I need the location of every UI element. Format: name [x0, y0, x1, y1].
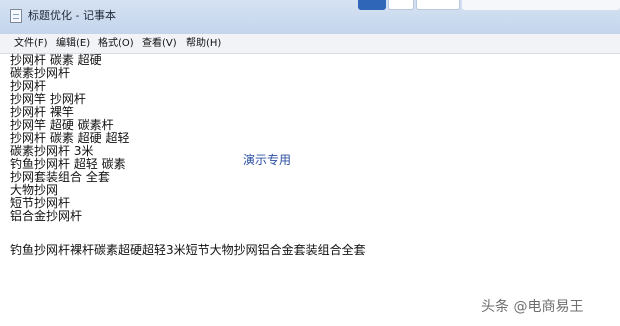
menu-bar: 文件(F) 编辑(E) 格式(O) 查看(V) 帮助(H) [0, 34, 620, 54]
notepad-icon[interactable] [10, 9, 22, 23]
watermark: 头条 @电商易王 [481, 299, 584, 315]
menu-file[interactable]: 文件(F) [14, 37, 48, 51]
menu-format[interactable]: 格式(O) [98, 37, 134, 51]
window-title: 标题优化 - 记事本 [28, 9, 116, 22]
title-bar[interactable]: 标题优化 - 记事本 [0, 0, 620, 34]
notepad-window: 标题优化 - 记事本 文件(F) 编辑(E) 格式(O) 查看(V) 帮助(H)… [0, 0, 620, 326]
text-editor[interactable]: 抄网杆 碳素 超硬 碳素抄网杆 抄网杆 抄网竿 抄网杆 抄网杆 裸竿 抄网竿 超… [0, 54, 620, 326]
text-line[interactable]: 铝合金抄网杆 [10, 210, 82, 223]
demo-overlay-label: 演示专用 [243, 153, 292, 167]
text-line[interactable]: 钓鱼抄网杆裸杆碳素超硬超轻3米短节大物抄网铝合金套装组合全套 [10, 244, 366, 257]
menu-help[interactable]: 帮助(H) [186, 37, 221, 51]
title-bar-right-area [462, 0, 620, 10]
close-button[interactable] [416, 0, 460, 10]
minimize-button[interactable] [358, 0, 386, 10]
menu-edit[interactable]: 编辑(E) [56, 37, 90, 51]
maximize-button[interactable] [388, 0, 414, 10]
menu-view[interactable]: 查看(V) [142, 37, 177, 51]
